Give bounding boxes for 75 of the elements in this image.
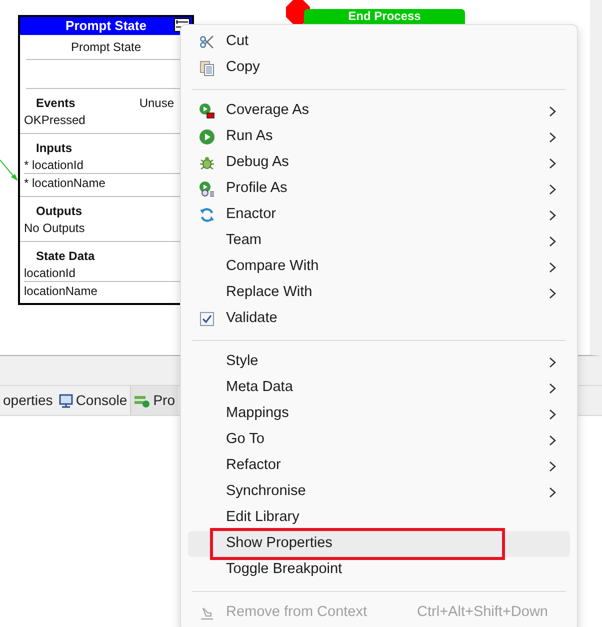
submenu-chevron-icon: [549, 408, 556, 420]
menu-item-label: Go To: [226, 430, 264, 450]
state-node[interactable]: Prompt State Prompt State Events Unuse OKPressed Inputs * locationId * locationName Outputs No Outputs State Data locationId locationName: [18, 15, 194, 305]
node-title: Prompt State: [66, 18, 146, 34]
menu-item[interactable]: Show Properties: [188, 531, 570, 557]
menu-item-label: Toggle Breakpoint: [226, 560, 342, 580]
menu-item-label: Team: [226, 231, 262, 250]
menu-item-label: Meta Data: [226, 378, 293, 398]
node-row-text: OKPressed: [24, 112, 86, 128]
menu-item[interactable]: Style: [188, 349, 570, 375]
node-row-text: * locationName: [24, 175, 106, 191]
submenu-chevron-icon: [549, 288, 556, 298]
submenu-chevron-icon: [549, 460, 556, 472]
node-row-text: * locationId: [24, 156, 84, 172]
section-heading: Events: [35, 95, 76, 111]
menu-item[interactable]: Go To: [188, 427, 570, 453]
node-name: Prompt State: [70, 39, 142, 55]
menu-item[interactable]: Mappings: [188, 401, 570, 427]
submenu-chevron-icon: [549, 158, 556, 168]
submenu-chevron-icon: [549, 382, 556, 394]
menu-item[interactable]: Toggle Breakpoint: [188, 557, 570, 583]
menu-item[interactable]: Meta Data: [188, 375, 570, 401]
hand-icon: [199, 605, 215, 621]
menu-item-label: Run As: [226, 127, 273, 146]
menu-item-label: Coverage As: [226, 101, 310, 120]
menu-item[interactable]: Synchronise: [188, 479, 570, 505]
menu-item-label: Mappings: [226, 404, 289, 424]
submenu-chevron-icon: [549, 132, 556, 142]
submenu-chevron-icon: [549, 210, 556, 220]
menu-item[interactable]: Refactor: [188, 453, 570, 479]
submenu-chevron-icon: [549, 262, 556, 272]
profile-run-icon: [199, 181, 215, 197]
menu-item-label: Copy: [226, 58, 260, 78]
menu-item-label: Validate: [226, 309, 278, 328]
submenu-chevron-icon: [549, 356, 556, 368]
menu-item-label: Compare With: [226, 257, 319, 276]
view-tab[interactable]: operties: [0, 386, 56, 415]
menu-item-label: Show Properties: [226, 534, 332, 554]
menu-item-label: Enactor: [226, 205, 276, 224]
submenu-chevron-icon: [549, 106, 556, 116]
menu-item-label: Profile As: [226, 179, 288, 198]
submenu-chevron-icon: [549, 434, 556, 446]
node-row-text: locationId: [24, 264, 76, 280]
menu-item-label: Replace With: [226, 283, 312, 302]
view-tab[interactable]: Console: [56, 386, 130, 415]
bug-icon: [199, 155, 215, 171]
menu-item[interactable]: Validate: [188, 306, 570, 332]
submenu-chevron-icon: [549, 184, 556, 194]
submenu-chevron-icon: [549, 236, 556, 246]
clipboard-icon: [199, 60, 215, 76]
menu-item-label: Refactor: [226, 456, 281, 476]
scissors-icon: [199, 34, 215, 50]
refresh-icon: [199, 207, 215, 223]
view-tab[interactable]: Pro: [130, 386, 178, 415]
section-heading: State Data: [35, 248, 95, 264]
menu-item[interactable]: Edit Library: [188, 505, 570, 531]
menu-item-label: Style: [226, 352, 258, 372]
menu-item-label: Synchronise: [226, 482, 306, 502]
node-row-text: No Outputs: [24, 220, 85, 236]
section-heading: Outputs: [35, 203, 82, 219]
progress-icon: [134, 394, 150, 408]
connector-arrow: [0, 158, 18, 182]
menu-item-label: Cut: [226, 32, 249, 52]
menu-item-label: Remove from Context: [226, 603, 368, 622]
submenu-chevron-icon: [549, 486, 556, 498]
checkbox-icon: [200, 312, 214, 326]
shortcut-text: Ctrl+Alt+Shift+Down: [417, 603, 548, 622]
section-heading: Inputs: [35, 140, 72, 156]
menu-item-label: Edit Library: [226, 508, 300, 528]
node-row-text: locationName: [24, 283, 98, 299]
run-icon: [199, 129, 215, 145]
run-coverage-icon: [199, 103, 215, 119]
section-note: Unuse: [139, 95, 174, 111]
monitor-icon: [58, 394, 73, 408]
menu-item-label: Debug As: [226, 153, 289, 172]
